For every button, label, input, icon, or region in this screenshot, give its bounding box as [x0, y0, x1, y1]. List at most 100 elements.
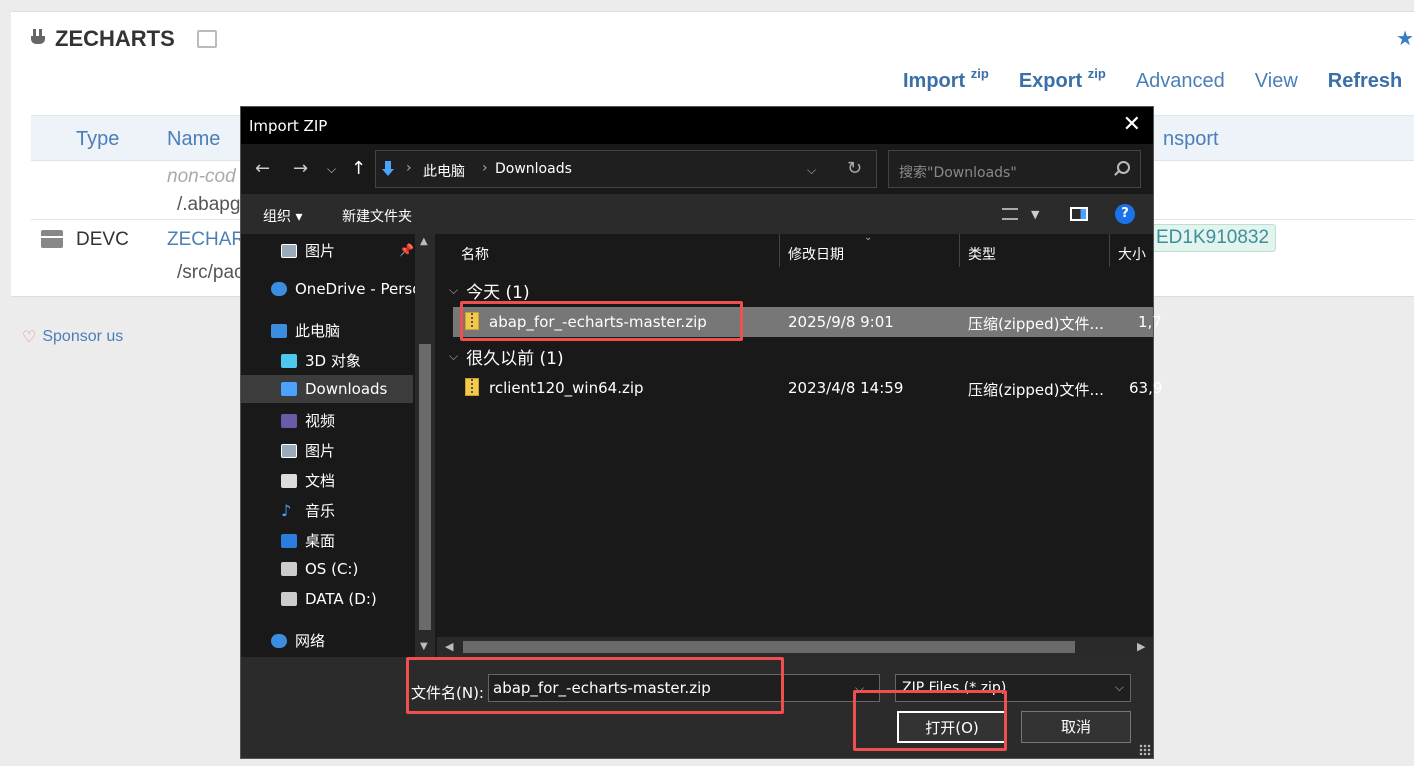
- highlight-filename: [406, 657, 784, 714]
- highlight-selected-file: [460, 301, 743, 341]
- recent-dropdown-icon[interactable]: ⌵: [327, 162, 336, 177]
- scroll-up-icon[interactable]: ▲: [420, 236, 428, 247]
- column-modified[interactable]: 修改日期 ⌄: [780, 232, 960, 267]
- package-icon: [41, 230, 63, 248]
- video-icon: [281, 413, 297, 428]
- chevron-down-icon[interactable]: ⌵: [807, 163, 816, 178]
- row-name-link[interactable]: ZECHAR: [167, 229, 245, 251]
- zip-file-icon: [465, 378, 479, 396]
- chevron-down-icon[interactable]: ⌵: [449, 283, 458, 298]
- close-icon[interactable]: ✕: [1123, 112, 1141, 137]
- export-zip-link[interactable]: Export zip: [1019, 66, 1106, 93]
- group-today[interactable]: ⌵ 今天 (1): [449, 278, 530, 303]
- nav-item-pictures-pinned[interactable]: 图片: [281, 240, 335, 261]
- file-list: 名称 修改日期 ⌄ 类型 大小 ⌵ 今天 (1) abap_for_-echarts…: [437, 232, 1162, 657]
- heart-icon: ♡: [22, 329, 37, 346]
- nav-item-3d-objects[interactable]: 3D 对象: [281, 350, 361, 371]
- nav-item-onedrive[interactable]: OneDrive - Perso: [271, 280, 421, 298]
- computer-icon: [271, 323, 287, 338]
- navigation-pane: 图片 📌 OneDrive - Perso 此电脑 3D 对象 Download…: [241, 234, 436, 657]
- music-icon: ♪: [281, 500, 292, 520]
- chevron-right-icon[interactable]: ›: [406, 160, 412, 176]
- back-arrow-icon[interactable]: ←: [255, 158, 270, 179]
- scroll-left-icon[interactable]: ◀: [445, 640, 453, 653]
- nav-item-videos[interactable]: 视频: [281, 410, 335, 431]
- forward-arrow-icon[interactable]: →: [293, 158, 308, 179]
- up-arrow-icon[interactable]: ↑: [351, 158, 366, 179]
- file-modified: 2025/9/8 9:01: [788, 313, 894, 331]
- search-icon[interactable]: [1117, 161, 1130, 174]
- col-name[interactable]: Name: [167, 128, 220, 151]
- nav-scrollbar[interactable]: ▲ ▼: [415, 234, 435, 657]
- view-link[interactable]: View: [1255, 70, 1298, 93]
- plug-icon: [31, 29, 45, 49]
- file-hscrollbar[interactable]: ◀ ▶: [437, 637, 1153, 657]
- pin-icon[interactable]: 📌: [399, 243, 414, 257]
- advanced-link[interactable]: Advanced: [1136, 70, 1225, 93]
- nav-item-music[interactable]: ♪ 音乐: [281, 500, 335, 521]
- resize-grip-icon[interactable]: [1139, 744, 1151, 756]
- col-type[interactable]: Type: [76, 128, 119, 151]
- file-modified: 2023/4/8 14:59: [788, 379, 904, 397]
- row-path: /.abapg: [177, 194, 241, 215]
- file-type: 压缩(zipped)文件...: [968, 315, 1104, 333]
- address-root[interactable]: 此电脑: [423, 161, 465, 181]
- document-icon: [281, 473, 297, 488]
- highlight-open-button: [853, 690, 1007, 751]
- nav-item-downloads[interactable]: Downloads: [241, 375, 413, 403]
- row-type: DEVC: [76, 229, 129, 250]
- file-name: rclient120_win64.zip: [489, 379, 644, 397]
- sponsor-label: Sponsor us: [42, 328, 124, 345]
- network-icon: [271, 633, 287, 648]
- scroll-right-icon[interactable]: ▶: [1137, 640, 1145, 653]
- column-size[interactable]: 大小: [1110, 234, 1153, 267]
- downloads-icon: [281, 382, 297, 396]
- pictures-icon: [281, 443, 297, 458]
- cancel-button[interactable]: 取消: [1021, 711, 1131, 743]
- view-options-icon[interactable]: [1002, 208, 1018, 220]
- repo-toolbar: Import zip Export zip Advanced View Refr…: [903, 66, 1402, 93]
- nav-item-documents[interactable]: 文档: [281, 470, 335, 491]
- file-scroll-thumb[interactable]: [463, 641, 1075, 653]
- edit-icon[interactable]: [196, 30, 217, 48]
- star-icon[interactable]: ★: [1396, 26, 1414, 51]
- new-folder-button[interactable]: 新建文件夹: [342, 206, 412, 226]
- refresh-icon[interactable]: ↻: [847, 158, 862, 179]
- organize-button[interactable]: 组织 ▾: [263, 206, 302, 226]
- column-name[interactable]: 名称: [437, 234, 780, 267]
- preview-pane-icon[interactable]: [1070, 207, 1088, 221]
- col-transport[interactable]: nsport: [1163, 128, 1219, 151]
- nav-item-desktop[interactable]: 桌面: [281, 530, 335, 551]
- nav-item-data-d[interactable]: DATA (D:): [281, 590, 377, 608]
- column-type[interactable]: 类型: [960, 234, 1110, 267]
- nav-item-os-c[interactable]: OS (C:): [281, 560, 358, 578]
- nav-scroll-thumb[interactable]: [419, 344, 431, 630]
- downloads-icon: [382, 161, 394, 177]
- drive-icon: [281, 592, 297, 606]
- group-long-ago[interactable]: ⌵ 很久以前 (1): [449, 344, 564, 369]
- nav-item-pictures[interactable]: 图片: [281, 440, 335, 461]
- chevron-right-icon[interactable]: ›: [482, 160, 488, 176]
- transport-badge[interactable]: ED1K910832: [1149, 224, 1277, 252]
- help-icon[interactable]: ?: [1115, 204, 1135, 224]
- search-input[interactable]: 搜索"Downloads": [888, 150, 1141, 188]
- chevron-down-icon[interactable]: ⌵: [449, 349, 458, 364]
- pictures-icon: [281, 243, 297, 258]
- repo-header: ZECHARTS: [31, 26, 217, 52]
- command-bar: 组织 ▾ 新建文件夹 ▼ ?: [241, 194, 1153, 234]
- dialog-title: Import ZIP: [249, 117, 328, 135]
- nav-item-this-pc[interactable]: 此电脑: [271, 320, 340, 341]
- cloud-icon: [271, 282, 287, 296]
- sponsor-link[interactable]: ♡ Sponsor us: [22, 327, 123, 347]
- scroll-down-icon[interactable]: ▼: [420, 641, 428, 652]
- nav-item-network[interactable]: 网络: [271, 630, 325, 651]
- dialog-titlebar[interactable]: Import ZIP ✕: [241, 107, 1153, 144]
- chevron-down-icon[interactable]: ▼: [1031, 208, 1039, 221]
- repo-name: ZECHARTS: [55, 26, 175, 51]
- file-row[interactable]: rclient120_win64.zip 2023/4/8 14:59 压缩(z…: [453, 373, 1162, 403]
- import-zip-link[interactable]: Import zip: [903, 66, 989, 93]
- address-current[interactable]: Downloads: [495, 161, 572, 177]
- refresh-link[interactable]: Refresh: [1328, 70, 1402, 93]
- file-size: 63,9: [1129, 379, 1163, 397]
- address-bar[interactable]: › 此电脑 › Downloads ⌵ ↻: [375, 150, 877, 188]
